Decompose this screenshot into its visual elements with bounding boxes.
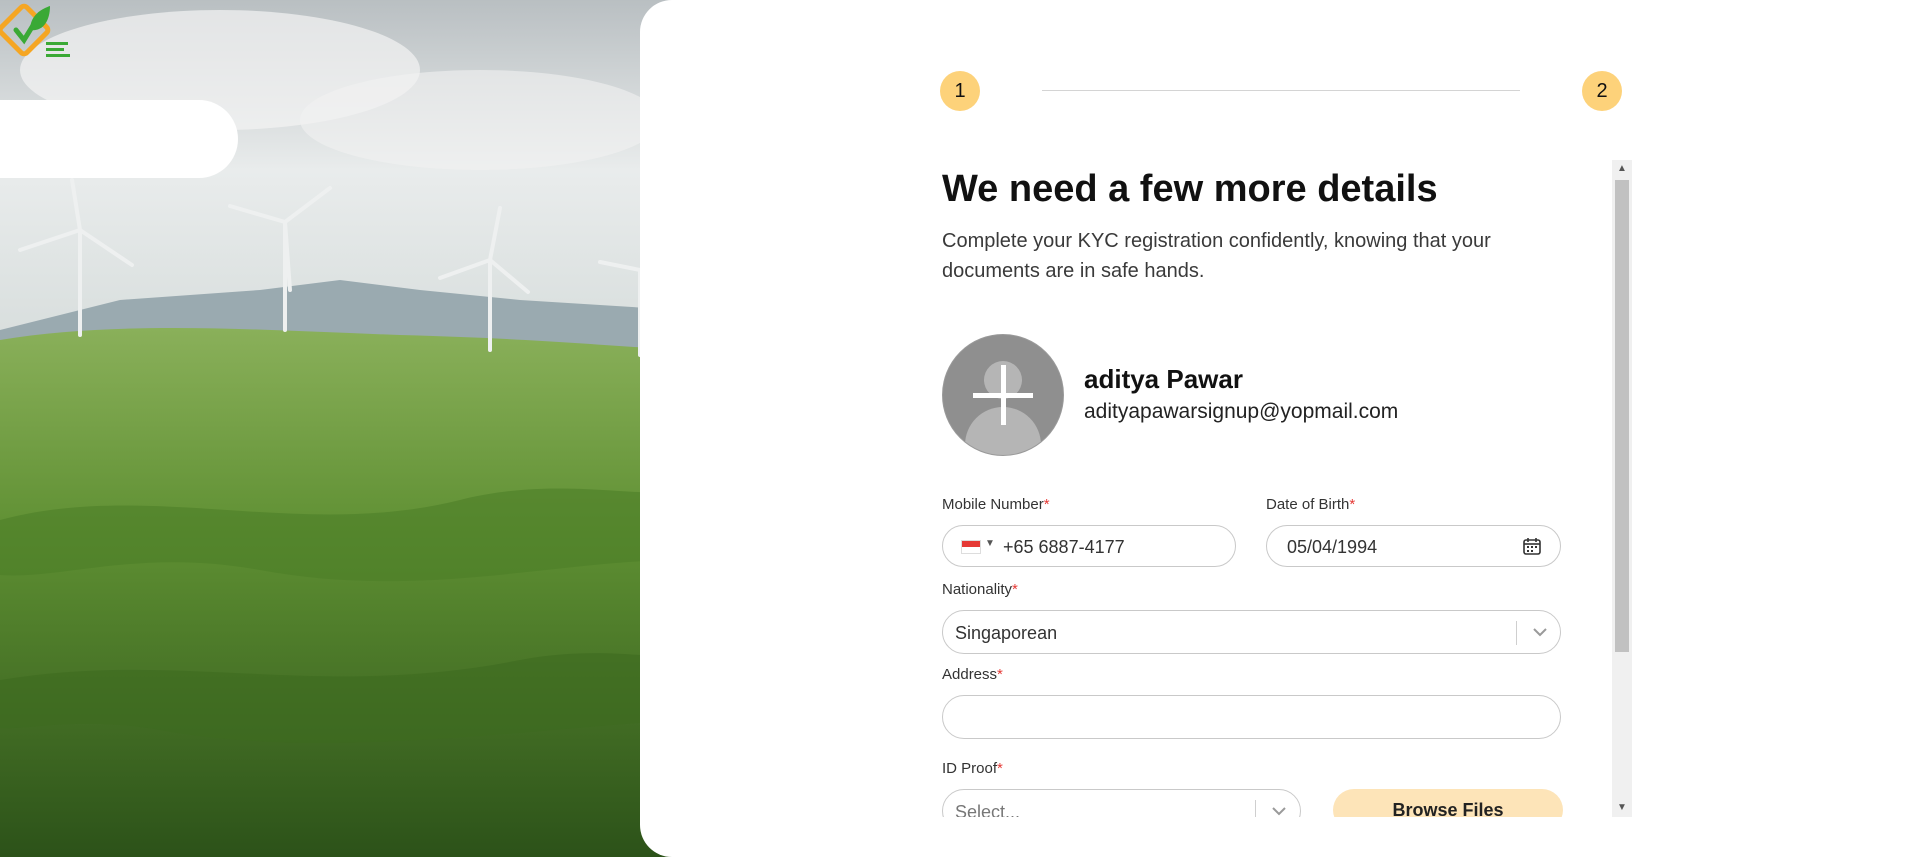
address-label: Address*	[942, 666, 1003, 683]
scroll-clip-mask	[930, 817, 1620, 857]
nationality-select[interactable]: Singaporean	[942, 610, 1561, 654]
hero-landscape-image	[0, 0, 680, 857]
add-photo-icon-bar	[973, 393, 1033, 398]
nationality-label-text: Nationality	[942, 581, 1013, 598]
dob-label-text: Date of Birth	[1266, 496, 1350, 513]
progress-stepper: 1 2	[940, 71, 1622, 111]
page-title: We need a few more details	[942, 168, 1438, 210]
select-divider	[1516, 621, 1517, 645]
step-indicator-2: 2	[1582, 71, 1622, 111]
required-marker: *	[1349, 496, 1356, 513]
step-indicator-1: 1	[940, 71, 980, 111]
vertical-scrollbar[interactable]: ▲ ▼	[1612, 160, 1632, 817]
scroll-down-arrow-icon[interactable]: ▼	[1612, 799, 1632, 817]
id-proof-label-text: ID Proof	[942, 760, 998, 777]
mobile-number-value[interactable]: +65 6887-4177	[1003, 537, 1125, 558]
mobile-number-label-text: Mobile Number	[942, 496, 1044, 513]
scroll-up-arrow-icon[interactable]: ▲	[1612, 160, 1632, 178]
required-marker: *	[1012, 581, 1018, 598]
required-marker: *	[997, 760, 1003, 777]
country-caret-icon[interactable]: ▼	[985, 538, 995, 549]
company-logo-icon	[0, 3, 70, 57]
avatar-upload[interactable]	[942, 334, 1064, 456]
page-subtitle: Complete your KYC registration confident…	[942, 230, 1491, 282]
date-of-birth-field[interactable]: 05/04/1994	[1266, 525, 1561, 567]
address-input[interactable]	[942, 695, 1561, 739]
dob-label: Date of Birth*	[1266, 496, 1355, 513]
dob-value[interactable]: 05/04/1994	[1287, 537, 1377, 558]
nationality-value[interactable]: Singaporean	[955, 623, 1057, 644]
scrollbar-thumb[interactable]	[1615, 180, 1629, 652]
user-name: aditya Pawar	[1084, 364, 1243, 394]
required-marker: *	[1043, 496, 1050, 513]
chevron-down-icon[interactable]	[1530, 624, 1550, 640]
step-connector	[1042, 90, 1520, 91]
mobile-number-label: Mobile Number*	[942, 496, 1050, 513]
mobile-number-field[interactable]: ▼ +65 6887-4177	[942, 525, 1236, 567]
nationality-label: Nationality*	[942, 581, 1018, 598]
logo-container	[0, 100, 238, 178]
required-marker: *	[997, 666, 1003, 683]
address-label-text: Address	[942, 666, 998, 683]
user-email: adityapawarsignup@yopmail.com	[1084, 400, 1399, 423]
calendar-icon[interactable]	[1522, 536, 1542, 556]
id-proof-label: ID Proof*	[942, 760, 1003, 777]
singapore-flag-icon[interactable]	[961, 540, 981, 554]
